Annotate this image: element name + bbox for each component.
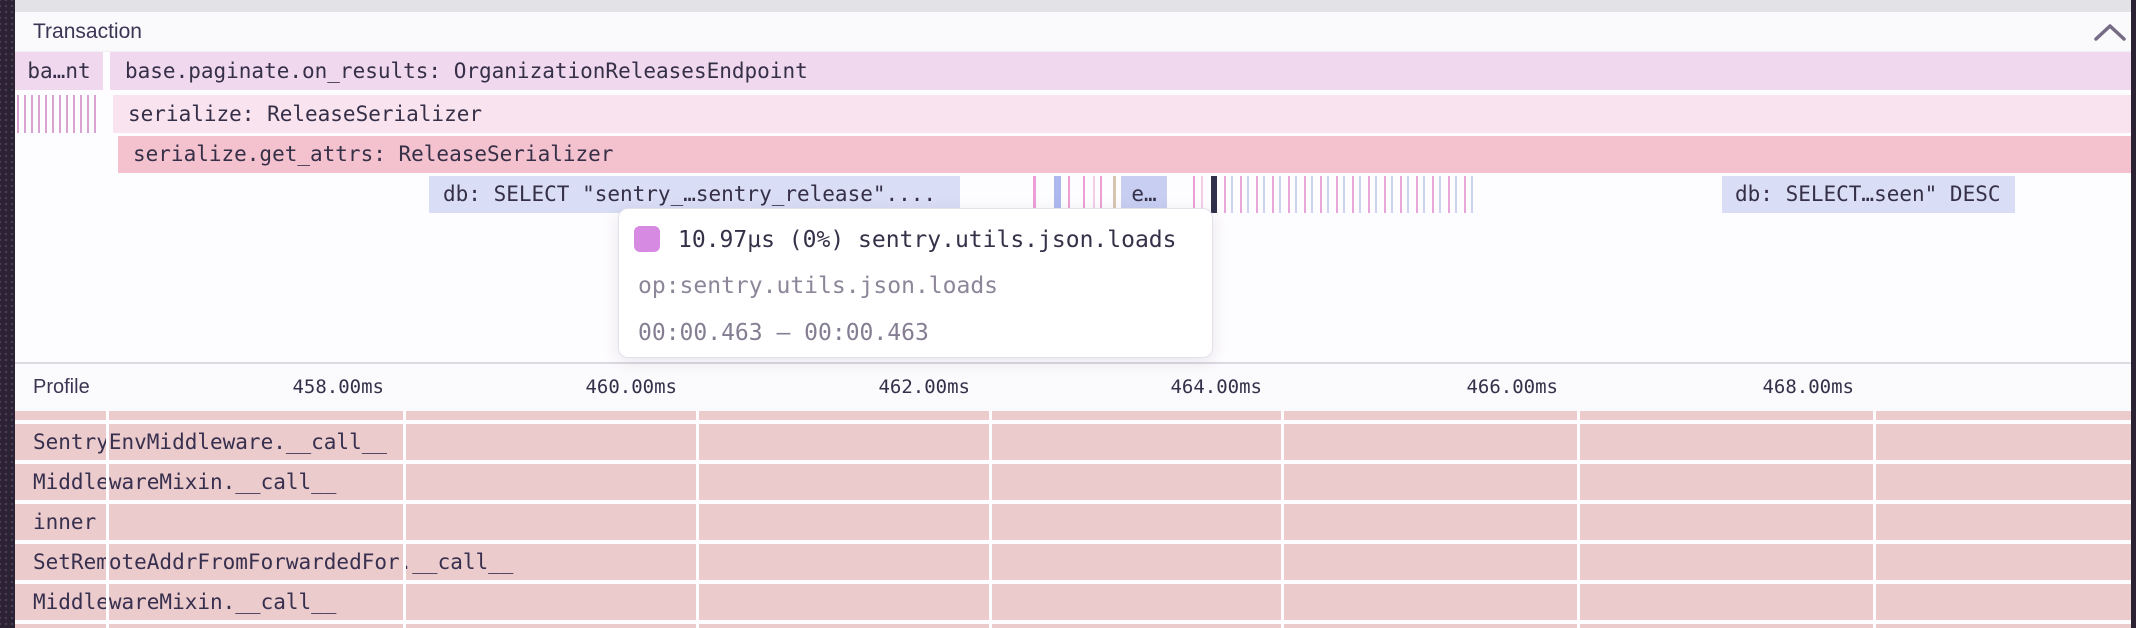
tooltip-time-range: 00:00.463 — 00:00.463 — [638, 320, 929, 346]
span-db-select-seen[interactable]: db: SELECT…seen" DESC — [1722, 176, 2015, 213]
time-tick-label: 462.00ms — [878, 364, 970, 411]
frame-row[interactable]: SentryEnvMiddleware.__call__ — [15, 424, 2131, 460]
time-gridline — [696, 411, 699, 628]
time-gridline — [1281, 411, 1284, 628]
time-tick-label: 466.00ms — [1466, 364, 1558, 411]
span-truncated-parent[interactable]: ba…nt — [15, 52, 103, 90]
span-serialize-get-attrs[interactable]: serialize.get_attrs: ReleaseSerializer — [118, 136, 2131, 173]
span-hatched-region — [17, 95, 101, 133]
time-tick-label: 460.00ms — [585, 364, 677, 411]
time-gridline — [1873, 411, 1876, 628]
frame-row-partial-bottom[interactable] — [15, 624, 2131, 628]
span-base-paginate[interactable]: base.paginate.on_results: OrganizationRe… — [110, 52, 2131, 90]
profile-panel-title: Profile — [33, 364, 90, 411]
frame-row[interactable]: MiddlewareMixin.__call__ — [15, 584, 2131, 620]
span-color-swatch — [634, 226, 660, 252]
frame-row[interactable]: MiddlewareMixin.__call__ — [15, 464, 2131, 500]
span-stripe-cluster — [1224, 176, 1475, 213]
frame-row[interactable]: SetRemoteAddrFromForwardedFor.__call__ — [15, 544, 2131, 580]
right-edge-strip — [2131, 0, 2136, 628]
transaction-panel-title: Transaction — [33, 12, 142, 51]
span-tooltip: 10.97µs (0%) sentry.utils.json.loads op:… — [618, 208, 1213, 358]
profile-ruler: Profile 458.00ms 460.00ms 462.00ms 464.0… — [15, 364, 2131, 411]
span-serialize[interactable]: serialize: ReleaseSerializer — [113, 95, 2131, 133]
chevron-up-icon[interactable] — [2094, 23, 2126, 41]
top-window-strip — [15, 0, 2131, 12]
left-edge-strip — [0, 0, 15, 628]
time-gridline — [106, 411, 109, 628]
span-tick-selected — [1211, 176, 1217, 213]
tooltip-op: op:sentry.utils.json.loads — [638, 273, 998, 299]
time-tick-label: 464.00ms — [1170, 364, 1262, 411]
transaction-panel-header: Transaction — [15, 12, 2131, 52]
time-tick-label: 468.00ms — [1762, 364, 1854, 411]
trace-viewer: Transaction ba…nt base.paginate.on_resul… — [0, 0, 2136, 628]
time-tick-label: 458.00ms — [292, 364, 384, 411]
time-gridline — [1577, 411, 1580, 628]
time-gridline — [989, 411, 992, 628]
tooltip-title: 10.97µs (0%) sentry.utils.json.loads — [678, 227, 1177, 253]
frame-row[interactable]: inner — [15, 504, 2131, 540]
time-gridline — [403, 411, 406, 628]
frame-row-partial-top[interactable] — [15, 411, 2131, 420]
